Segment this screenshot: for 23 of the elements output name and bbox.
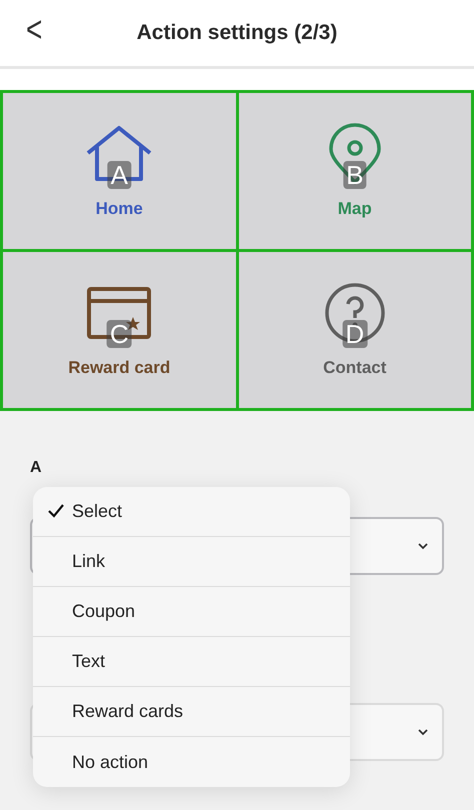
menu-option[interactable]: No action (33, 737, 350, 787)
checkmark-icon (48, 504, 64, 518)
section-heading: A (30, 459, 43, 478)
chevron-down-icon (418, 542, 428, 550)
action-tile[interactable]: D Contact (238, 252, 471, 408)
menu-option[interactable]: Select (33, 487, 350, 537)
question-icon (324, 282, 386, 344)
page-title: Action settings (2/3) (136, 21, 338, 45)
tile-marker: A (108, 161, 131, 189)
menu-option[interactable]: Link (33, 537, 350, 587)
tile-label: Map (338, 199, 372, 219)
map-pin-icon (328, 123, 382, 185)
tile-label: Home (96, 199, 143, 219)
house-icon (85, 125, 154, 183)
back-button[interactable]: < (22, 9, 46, 51)
tile-label: Reward card (68, 358, 170, 378)
tile-marker: D (342, 320, 368, 348)
action-tile[interactable]: A Home (3, 93, 236, 249)
menu-option[interactable]: Coupon (33, 587, 350, 637)
chevron-down-icon (418, 728, 428, 736)
menu-option[interactable]: Reward cards (33, 687, 350, 737)
menu-option[interactable]: Text (33, 637, 350, 687)
tile-label: Contact (323, 358, 386, 378)
